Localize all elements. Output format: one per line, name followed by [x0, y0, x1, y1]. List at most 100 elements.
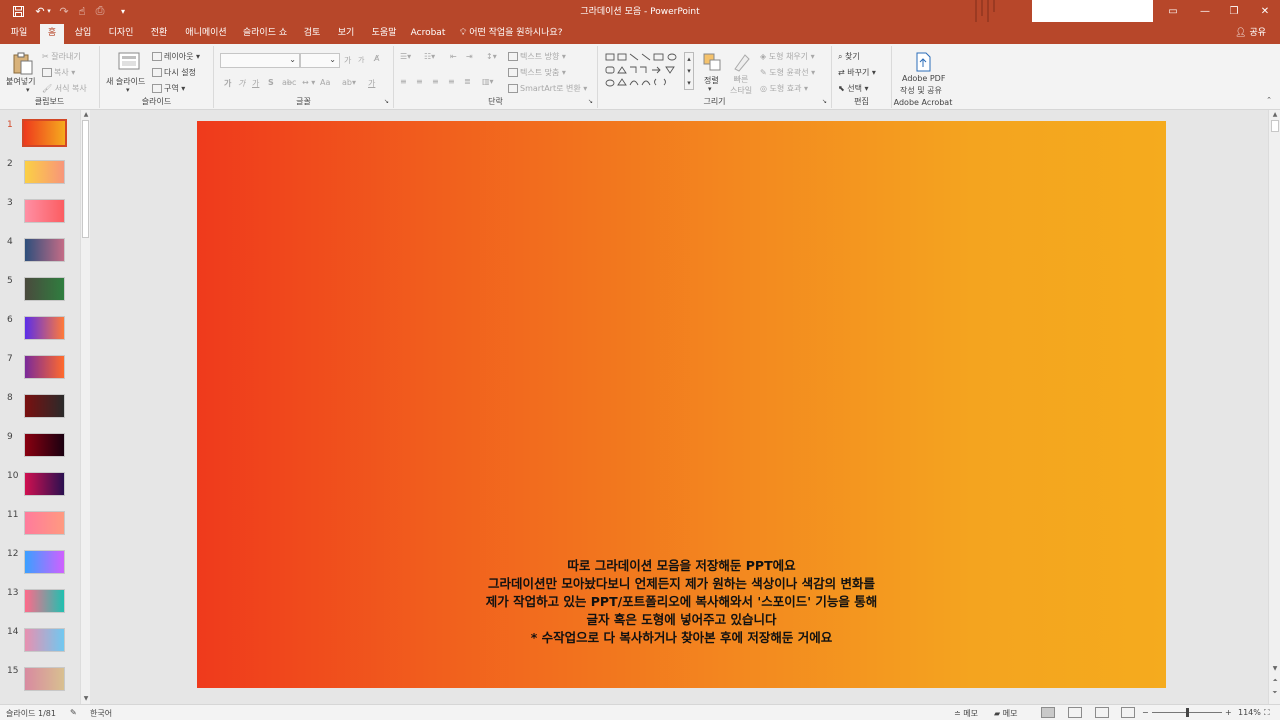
- tab-acrobat[interactable]: Acrobat: [408, 22, 448, 44]
- underline-button[interactable]: 가: [252, 78, 259, 89]
- align-left-icon[interactable]: ≡: [400, 77, 407, 86]
- shapes-more-icon[interactable]: ▴ ▾ ▾: [684, 52, 694, 90]
- slide-thumbnail[interactable]: [24, 160, 65, 184]
- share-button[interactable]: 👤︎ 공유: [1235, 22, 1266, 44]
- slide-thumbnail-row[interactable]: 5: [0, 276, 80, 315]
- zoom-level[interactable]: 114%: [1238, 708, 1261, 717]
- slide-thumbnail-row[interactable]: 14: [0, 627, 80, 666]
- columns-icon[interactable]: ▥▾: [482, 77, 494, 86]
- italic-button[interactable]: 가: [238, 78, 245, 89]
- font-name-combo[interactable]: ⌄: [220, 53, 300, 68]
- tab-insert[interactable]: 삽입: [68, 22, 98, 44]
- thumbnail-scroll-thumb[interactable]: [82, 120, 89, 238]
- zoom-out-icon[interactable]: −: [1142, 708, 1149, 717]
- tell-me-box[interactable]: 💡︎ 어떤 작업을 원하시나요?: [460, 22, 563, 44]
- zoom-in-icon[interactable]: +: [1225, 708, 1232, 717]
- close-icon[interactable]: ✕: [1250, 0, 1280, 22]
- previous-slide-icon[interactable]: ⏶: [1269, 676, 1280, 686]
- slide-thumbnail[interactable]: [24, 628, 65, 652]
- quick-styles-button[interactable]: 빠른 스타일: [730, 74, 752, 96]
- thumbnail-scrollbar[interactable]: ▲ ▼: [80, 110, 90, 704]
- format-painter-button[interactable]: 🖌︎ 서식 복사: [42, 83, 87, 94]
- line-spacing-icon[interactable]: ↕▾: [486, 52, 497, 61]
- select-button[interactable]: ⬉ 선택 ▾: [838, 83, 869, 94]
- spelling-icon[interactable]: ✎: [70, 708, 77, 717]
- slide-canvas[interactable]: 따로 그라데이션 모음을 저장해둔 PPT에요 그라데이션만 모아놨다보니 언제…: [197, 121, 1166, 688]
- font-size-combo[interactable]: ⌄: [300, 53, 340, 68]
- slideshow-view-icon[interactable]: [1121, 707, 1135, 718]
- reset-button[interactable]: 다시 설정: [152, 67, 196, 78]
- tab-slideshow[interactable]: 슬라이드 쇼: [238, 22, 292, 44]
- increase-indent-icon[interactable]: ⇥: [466, 52, 473, 61]
- adobe-pdf-icon[interactable]: [914, 52, 932, 72]
- minimize-icon[interactable]: —: [1190, 0, 1220, 22]
- collapse-ribbon-icon[interactable]: ⌃: [1266, 96, 1272, 104]
- zoom-slider-handle[interactable]: [1186, 708, 1189, 717]
- slide-thumbnail[interactable]: [24, 550, 65, 574]
- slide-thumbnail[interactable]: [24, 433, 65, 457]
- slide-textbox[interactable]: 따로 그라데이션 모음을 저장해둔 PPT에요 그라데이션만 모아놨다보니 언제…: [197, 557, 1166, 647]
- bullets-icon[interactable]: ☰▾: [400, 52, 411, 61]
- new-slide-dropdown-icon[interactable]: ▾: [126, 86, 130, 94]
- numbering-icon[interactable]: ☷▾: [424, 52, 435, 61]
- font-color-button[interactable]: 가: [368, 78, 375, 89]
- slide-sorter-icon[interactable]: [1068, 707, 1082, 718]
- copy-button[interactable]: 복사 ▾: [42, 67, 75, 78]
- slide-thumbnail[interactable]: [24, 238, 65, 262]
- slide-thumbnail-row[interactable]: 6: [0, 315, 80, 354]
- restore-icon[interactable]: ❐: [1219, 0, 1249, 22]
- scroll-down-icon[interactable]: ▼: [81, 694, 91, 704]
- tab-file[interactable]: 파일: [4, 22, 34, 44]
- paste-button[interactable]: 붙여넣기: [6, 76, 35, 87]
- replace-button[interactable]: ⇄ 바꾸기 ▾: [838, 67, 876, 78]
- layout-button[interactable]: 레이아웃 ▾: [152, 51, 200, 62]
- text-direction-button[interactable]: 텍스트 방향 ▾: [508, 51, 566, 62]
- justify-icon[interactable]: ≡: [448, 77, 455, 86]
- smartart-button[interactable]: SmartArt로 변환 ▾: [508, 83, 587, 94]
- paste-dropdown-icon[interactable]: ▾: [26, 86, 30, 94]
- change-case-button[interactable]: Aa: [320, 78, 330, 87]
- slide-thumbnail[interactable]: [22, 119, 67, 147]
- slide-thumbnail[interactable]: [24, 277, 65, 301]
- slide-thumbnail-row[interactable]: 8: [0, 393, 80, 432]
- slide-thumbnail[interactable]: [24, 394, 65, 418]
- language-indicator[interactable]: 한국어: [90, 708, 112, 719]
- notes-button[interactable]: ≐ 메모: [954, 708, 978, 719]
- fit-to-window-icon[interactable]: ⛶: [1264, 708, 1270, 718]
- slide-thumbnail[interactable]: [24, 199, 65, 223]
- shadow-button[interactable]: S: [268, 78, 274, 87]
- clear-format-icon[interactable]: A̸: [374, 54, 379, 63]
- section-button[interactable]: 구역 ▾: [152, 83, 185, 94]
- normal-view-icon[interactable]: [1041, 707, 1055, 718]
- slide-thumbnail[interactable]: [24, 355, 65, 379]
- arrange-icon[interactable]: [702, 52, 722, 72]
- slide-thumbnail[interactable]: [24, 316, 65, 340]
- slide-thumbnail[interactable]: [24, 472, 65, 496]
- shapes-gallery-icon[interactable]: [604, 52, 692, 92]
- slide-thumbnail[interactable]: [24, 667, 65, 691]
- account-area[interactable]: [1032, 0, 1153, 24]
- slide-thumbnail-row[interactable]: 1: [0, 119, 80, 159]
- tab-home[interactable]: 홈: [40, 24, 64, 44]
- grow-font-button[interactable]: 가: [344, 55, 351, 66]
- align-text-button[interactable]: 텍스트 맞춤 ▾: [508, 67, 566, 78]
- slide-thumbnail-row[interactable]: 11: [0, 510, 80, 549]
- shape-outline-button[interactable]: ✎ 도형 윤곽선 ▾: [760, 67, 815, 78]
- tab-review[interactable]: 검토: [298, 22, 326, 44]
- comments-button[interactable]: ▰ 메모: [994, 708, 1017, 719]
- find-button[interactable]: ⌕ 찾기: [838, 51, 860, 62]
- tab-transitions[interactable]: 전환: [144, 22, 174, 44]
- slide-thumbnail-row[interactable]: 10: [0, 471, 80, 510]
- bold-button[interactable]: 가: [224, 78, 231, 89]
- tab-view[interactable]: 보기: [332, 22, 360, 44]
- tab-design[interactable]: 디자인: [104, 22, 138, 44]
- slide-thumbnail-row[interactable]: 3: [0, 198, 80, 237]
- reading-view-icon[interactable]: [1095, 707, 1109, 718]
- slide-thumbnail-row[interactable]: 9: [0, 432, 80, 471]
- slide-thumbnail[interactable]: [24, 511, 65, 535]
- align-center-icon[interactable]: ≡: [416, 77, 423, 86]
- cut-button[interactable]: ✂ 잘라내기: [42, 51, 81, 62]
- distributed-icon[interactable]: ≣: [464, 77, 471, 86]
- quick-styles-icon[interactable]: [732, 52, 752, 72]
- tab-help[interactable]: 도움말: [366, 22, 402, 44]
